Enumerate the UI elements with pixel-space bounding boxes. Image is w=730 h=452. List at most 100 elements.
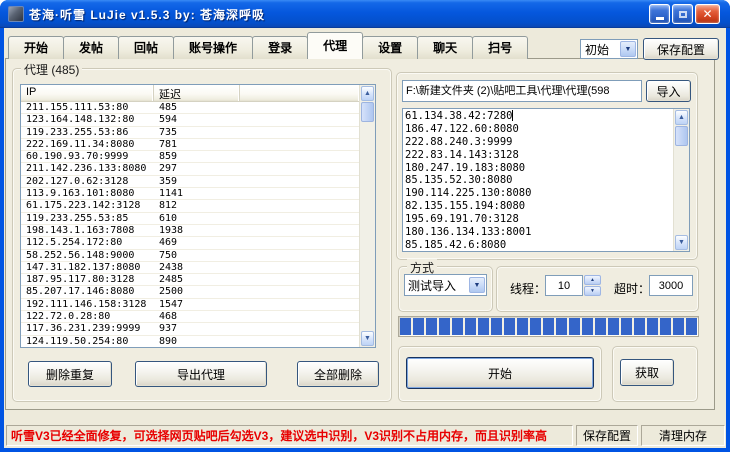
save-config-button[interactable]: 保存配置 xyxy=(643,38,719,60)
tab-item-4[interactable]: 登录 xyxy=(252,36,308,59)
proxy-list[interactable]: IP 延迟 211.155.111.53:80485123.164.148.13… xyxy=(20,84,376,348)
status-save-config[interactable]: 保存配置 xyxy=(576,425,638,446)
scroll-up-icon[interactable]: ▲ xyxy=(361,86,374,101)
maximize-button[interactable] xyxy=(672,4,693,24)
chevron-down-icon[interactable]: ▼ xyxy=(469,277,485,293)
proxy-list-header: IP 延迟 xyxy=(21,85,359,102)
table-row[interactable]: 112.5.254.172:80469 xyxy=(21,237,359,249)
cell-ip: 187.95.117.80:3128 xyxy=(21,274,154,285)
status-clear-memory[interactable]: 清理内存 xyxy=(641,425,725,446)
table-row[interactable]: 211.155.111.53:80485 xyxy=(21,102,359,114)
table-row[interactable]: 147.31.182.137:80802438 xyxy=(21,262,359,274)
progress-fill xyxy=(400,318,697,335)
scroll-down-icon[interactable]: ▼ xyxy=(361,331,374,346)
spin-down-icon[interactable]: ▼ xyxy=(584,286,601,296)
table-row[interactable]: 58.252.56.148:9000750 xyxy=(21,250,359,262)
title-bar[interactable]: 苍海·听雪 LuJie v1.5.3 by: 苍海深呼吸 ✕ xyxy=(0,0,730,28)
cell-delay: 469 xyxy=(154,237,240,248)
table-row[interactable]: 202.127.0.62:3128359 xyxy=(21,176,359,188)
cell-delay: 750 xyxy=(154,250,240,261)
proxy-group-title: 代理 (485) xyxy=(21,61,82,78)
table-row[interactable]: 119.233.255.53:86735 xyxy=(21,127,359,139)
table-row[interactable]: 85.207.17.146:80802500 xyxy=(21,286,359,298)
cell-ip: 124.119.50.254:80 xyxy=(21,336,154,347)
cell-delay: 1547 xyxy=(154,299,240,310)
tab-item-3[interactable]: 账号操作 xyxy=(173,36,253,59)
tab-item-2[interactable]: 回帖 xyxy=(118,36,174,59)
delete-all-button[interactable]: 全部删除 xyxy=(297,361,379,387)
scrollbar-thumb[interactable] xyxy=(675,126,688,146)
app-window: 苍海·听雪 LuJie v1.5.3 by: 苍海深呼吸 ✕ 开始发帖回帖账号操… xyxy=(0,0,730,452)
column-header-delay[interactable]: 延迟 xyxy=(154,85,240,101)
table-row[interactable]: 113.9.163.101:80801141 xyxy=(21,188,359,200)
table-row[interactable]: 117.36.231.239:9999937 xyxy=(21,323,359,335)
table-row[interactable]: 60.190.93.70:9999859 xyxy=(21,151,359,163)
client-area: 开始发帖回帖账号操作登录代理设置聊天扫号 初始 ▼ 保存配置 代理 (485) … xyxy=(4,28,726,448)
cell-delay: 1938 xyxy=(154,225,240,236)
tab-item-6[interactable]: 设置 xyxy=(362,36,418,59)
cell-delay: 1141 xyxy=(154,188,240,199)
tab-item-1[interactable]: 发帖 xyxy=(63,36,119,59)
maximize-icon xyxy=(679,11,687,18)
proxy-list-scrollbar[interactable]: ▲ ▼ xyxy=(359,85,375,347)
cell-delay: 937 xyxy=(154,323,240,334)
cell-ip: 112.5.254.172:80 xyxy=(21,237,154,248)
ip-line: 222.88.240.3:9999 xyxy=(405,136,672,149)
table-row[interactable]: 211.142.236.133:8080297 xyxy=(21,163,359,175)
status-bar: 听雪V3已经全面修复，可选择网页贴吧后勾选V3，建议选中识别，V3识别不占用内存… xyxy=(4,423,726,448)
table-row[interactable]: 123.164.148.132:80594 xyxy=(21,114,359,126)
chevron-down-icon[interactable]: ▼ xyxy=(620,41,636,57)
tab-item-0[interactable]: 开始 xyxy=(8,36,64,59)
cell-delay: 2485 xyxy=(154,274,240,285)
timeout-label: 超时： xyxy=(614,280,650,297)
start-button[interactable]: 开始 xyxy=(406,357,594,389)
cell-delay: 485 xyxy=(154,102,240,113)
ip-line: 61.134.38.42:7280 xyxy=(405,110,672,123)
cell-ip: 222.169.11.34:8080 xyxy=(21,139,154,150)
export-proxies-button[interactable]: 导出代理 xyxy=(135,361,267,387)
proxy-table-body: 211.155.111.53:80485123.164.148.132:8059… xyxy=(21,102,359,347)
thread-label: 线程： xyxy=(510,280,546,297)
tab-item-5[interactable]: 代理 xyxy=(307,32,363,59)
close-button[interactable]: ✕ xyxy=(695,4,720,24)
cell-delay: 359 xyxy=(154,176,240,187)
remove-duplicates-button[interactable]: 删除重复 xyxy=(28,361,112,387)
spin-up-icon[interactable]: ▲ xyxy=(584,275,601,285)
import-button[interactable]: 导入 xyxy=(646,80,691,102)
scroll-up-icon[interactable]: ▲ xyxy=(675,110,688,125)
cell-delay: 735 xyxy=(154,127,240,138)
ip-list-scrollbar[interactable]: ▲ ▼ xyxy=(673,109,689,251)
cell-ip: 119.233.255.53:86 xyxy=(21,127,154,138)
table-row[interactable]: 198.143.1.163:78081938 xyxy=(21,225,359,237)
cell-ip: 122.72.0.28:80 xyxy=(21,311,154,322)
table-row[interactable]: 119.233.255.53:85610 xyxy=(21,213,359,225)
ip-list-textarea[interactable]: 61.134.38.42:7280186.47.122.60:8080222.8… xyxy=(402,108,690,252)
cell-delay: 468 xyxy=(154,311,240,322)
table-row[interactable]: 192.111.146.158:31281547 xyxy=(21,299,359,311)
method-dropdown[interactable]: 测试导入 ▼ xyxy=(404,274,487,296)
tab-item-8[interactable]: 扫号 xyxy=(472,36,528,59)
table-row[interactable]: 61.175.223.142:3128812 xyxy=(21,200,359,212)
table-row[interactable]: 124.119.50.254:80890 xyxy=(21,336,359,347)
scrollbar-thumb[interactable] xyxy=(361,102,374,122)
scroll-down-icon[interactable]: ▼ xyxy=(675,235,688,250)
table-row[interactable]: 222.169.11.34:8080781 xyxy=(21,139,359,151)
column-header-ip[interactable]: IP xyxy=(21,85,154,101)
cell-ip: 211.142.236.133:8080 xyxy=(21,163,154,174)
tab-item-7[interactable]: 聊天 xyxy=(417,36,473,59)
cell-ip: 198.143.1.163:7808 xyxy=(21,225,154,236)
table-row[interactable]: 122.72.0.28:80468 xyxy=(21,311,359,323)
minimize-button[interactable] xyxy=(649,4,670,24)
table-row[interactable]: 187.95.117.80:31282485 xyxy=(21,274,359,286)
progress-bar xyxy=(398,316,699,337)
cell-delay: 890 xyxy=(154,336,240,347)
fetch-button[interactable]: 获取 xyxy=(620,359,674,386)
cell-delay: 2438 xyxy=(154,262,240,273)
cell-delay: 610 xyxy=(154,213,240,224)
timeout-input[interactable] xyxy=(649,275,693,296)
ip-list-content: 61.134.38.42:7280186.47.122.60:8080222.8… xyxy=(405,110,672,250)
thread-count-input[interactable] xyxy=(545,275,583,296)
file-path-input[interactable]: F:\新建文件夹 (2)\贴吧工具\代理\代理(598 xyxy=(402,80,642,102)
cell-delay: 859 xyxy=(154,151,240,162)
preset-dropdown[interactable]: 初始 ▼ xyxy=(580,39,638,59)
